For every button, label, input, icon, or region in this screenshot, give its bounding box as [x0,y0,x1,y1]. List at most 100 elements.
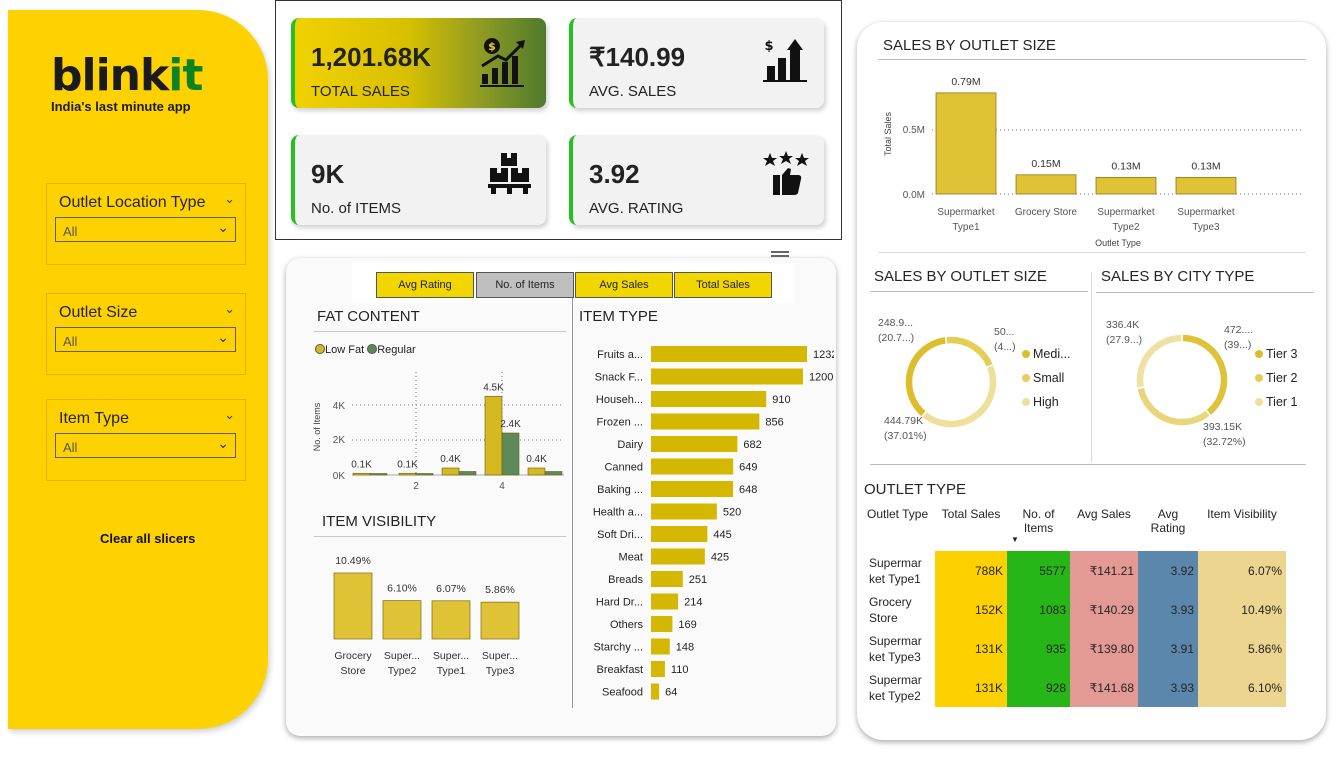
slice-label: (32.72%) [1203,436,1246,448]
collapse-chevron-icon[interactable]: ⌄ [224,407,235,423]
divider [314,331,566,332]
donut-slice[interactable] [1135,333,1183,390]
table-cell: Supermar ket Type3 [865,629,935,668]
column-header[interactable]: Total Sales [935,507,1007,551]
donut-slice[interactable] [904,335,948,419]
bar[interactable] [651,458,734,475]
category-label: Soft Dri... [597,529,643,541]
bar[interactable] [651,548,705,565]
bar[interactable] [651,571,683,587]
slicer-outlet-location-type: Outlet Location Type ⌄ All ⌄ [46,183,246,265]
slicer-title: Item Type [59,410,129,427]
bar[interactable] [352,472,371,476]
column-header[interactable]: Outlet Type [865,507,935,551]
brand-tagline: India's last minute app [51,99,191,114]
bar[interactable] [651,413,760,430]
legend-dot [1022,398,1030,406]
x-tick: Type2 [388,665,417,677]
bar[interactable] [544,471,563,476]
bar[interactable] [651,503,717,520]
bar[interactable] [441,467,460,476]
collapse-chevron-icon[interactable]: ⌄ [224,301,235,317]
bar[interactable] [333,572,373,640]
bar[interactable] [651,436,738,452]
bar[interactable] [415,473,434,476]
bar[interactable] [382,600,422,640]
x-tick: 2 [413,481,419,492]
bar[interactable] [651,638,670,655]
slice-label: 444.79K [884,415,923,427]
bar[interactable] [501,432,520,476]
bar[interactable] [651,683,660,700]
x-tick: Type1 [952,222,980,233]
x-tick: Type2 [1112,222,1140,233]
x-tick: Store [340,665,365,677]
data-label: 148 [676,642,694,654]
legend-label: Medi... [1033,347,1071,361]
donut-slice[interactable] [1181,333,1229,418]
donut-slice[interactable] [920,363,998,429]
item-type-title: ITEM TYPE [579,308,658,325]
stars-thumb-icon [763,151,809,195]
x-tick: Type1 [437,665,466,677]
sales-outlet-size-bar-chart: Total Sales 0.5M 0.0M 0.79M Supermarket Ty… [883,76,1302,248]
data-label: 64 [665,687,677,699]
table-cell: 1083 [1007,590,1070,629]
bar[interactable] [651,661,665,677]
bar[interactable] [935,92,997,195]
legend-dot [1022,374,1030,382]
column-header[interactable]: Item Visibility [1198,507,1286,551]
data-label: 0.1K [397,459,418,470]
bar[interactable] [651,391,767,407]
donut-slice[interactable] [1135,386,1212,427]
bar[interactable] [651,368,803,385]
bar[interactable] [480,601,520,640]
x-tick: Super... [433,650,469,662]
clear-slicers-button[interactable]: Clear all slicers [100,531,195,546]
bar[interactable] [398,472,417,476]
tab-no-of-items[interactable]: No. of Items [476,272,574,298]
tab-total-sales[interactable]: Total Sales [674,272,772,298]
bar[interactable] [1175,176,1237,195]
table-cell: 5577 [1007,551,1070,590]
outlet-size-dropdown[interactable]: All ⌄ [55,327,236,352]
y-tick: 4K [333,401,346,412]
bar[interactable] [458,471,477,476]
item-type-dropdown[interactable]: All ⌄ [55,433,236,458]
table-row[interactable]: Supermar ket Type1 788K 5577 ₹141.21 3.92 6.07… [865,551,1286,590]
bar[interactable] [651,616,673,632]
svg-text:$: $ [764,39,773,54]
bar[interactable] [431,600,471,640]
tab-avg-rating[interactable]: Avg Rating [376,272,474,298]
table-cell: Supermar ket Type1 [865,551,935,590]
bar[interactable] [369,473,388,476]
column-header[interactable]: Avg Sales [1070,507,1138,551]
table-cell: 6.10% [1198,668,1286,707]
column-header[interactable]: Avg Rating [1138,507,1198,551]
data-label: 0.15M [1031,158,1060,170]
category-label: Snack F... [595,372,643,384]
collapse-chevron-icon[interactable]: ⌄ [224,191,235,207]
kpi-label: No. of ITEMS [311,200,402,217]
legend-dot [1255,374,1263,382]
table-row[interactable]: Supermar ket Type3 131K 935 ₹139.80 3.91 5.86% [865,629,1286,668]
kpi-value: ₹140.99 [589,42,686,72]
drag-handle-icon[interactable] [771,251,789,257]
bar[interactable] [651,481,734,497]
bar[interactable] [1095,176,1157,195]
table-row[interactable]: Grocery Store 152K 1083 ₹140.29 3.93 10.49% [865,590,1286,629]
outlet-location-dropdown[interactable]: All ⌄ [55,217,236,242]
bar[interactable] [651,526,708,542]
donut-slice[interactable] [944,335,995,369]
sales-outlet-size-donut-title: SALES BY OUTLET SIZE [874,268,1047,285]
bar[interactable] [1015,174,1077,195]
table-cell: ₹140.29 [1070,590,1138,629]
bar[interactable] [651,593,679,610]
column-header[interactable]: No. of Items ▼ [1007,507,1070,551]
tab-avg-sales[interactable]: Avg Sales [575,272,673,298]
bar[interactable] [484,395,503,476]
data-label: 251 [689,574,707,586]
bar[interactable] [651,346,807,362]
bar[interactable] [527,467,546,476]
table-row[interactable]: Supermar ket Type2 131K 928 ₹141.68 3.93 6.10% [865,668,1286,707]
